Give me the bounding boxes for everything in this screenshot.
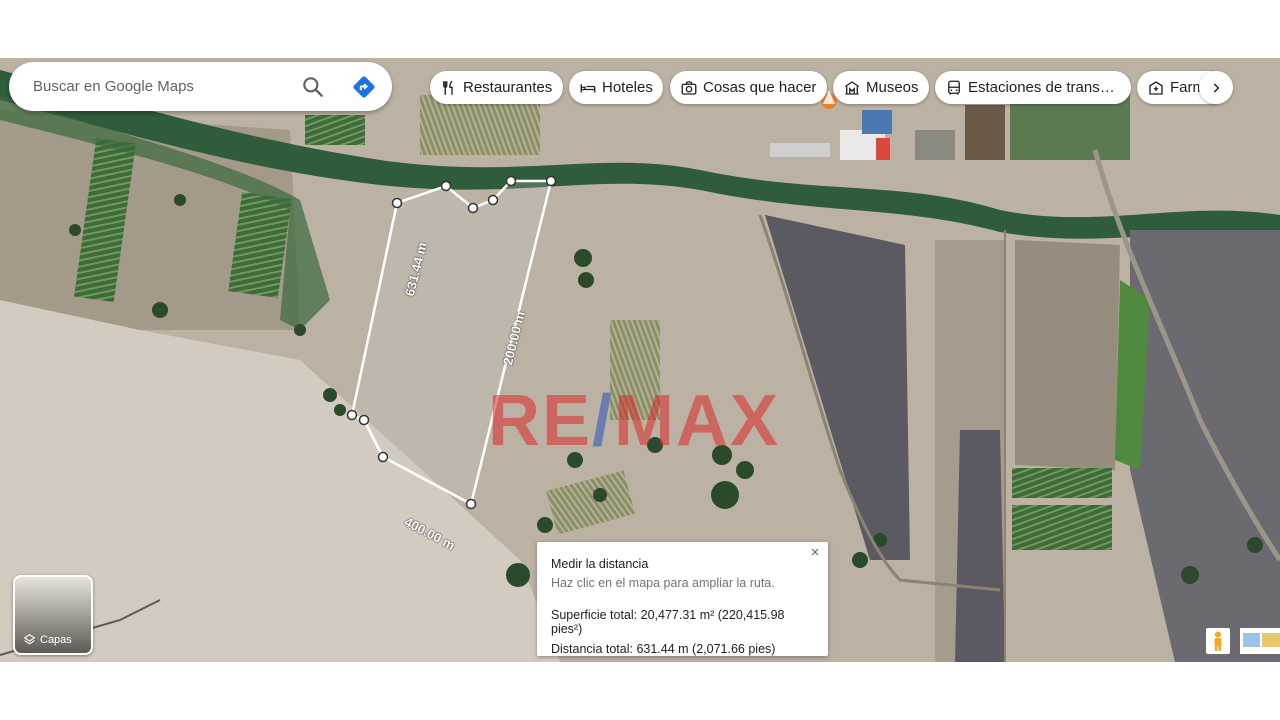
- chip-label: Estaciones de trans…: [968, 79, 1115, 96]
- watermark-text-right: MAX: [614, 381, 781, 461]
- total-distance: Distancia total: 631.44 m (2,071.66 pies…: [551, 642, 776, 656]
- bus-icon: [948, 80, 960, 95]
- pegman-icon[interactable]: [1206, 628, 1230, 654]
- fork-knife-icon: [443, 80, 453, 95]
- search-input[interactable]: [33, 78, 283, 95]
- remax-watermark: RE/MAX: [488, 380, 780, 462]
- chips-next-button[interactable]: [1199, 71, 1233, 104]
- camera-icon: [681, 80, 697, 95]
- layers-icon: [23, 633, 36, 645]
- close-icon[interactable]: ×: [806, 544, 824, 562]
- directions-icon[interactable]: [351, 74, 377, 100]
- measure-distance-card: × Medir la distancia Haz clic en el mapa…: [537, 542, 828, 656]
- total-area: Superficie total: 20,477.31 m² (220,415.…: [551, 608, 785, 636]
- chip-label: Museos: [866, 79, 919, 96]
- measure-card-title: Medir la distancia: [551, 557, 649, 571]
- watermark-text-left: RE: [488, 381, 593, 461]
- search-box[interactable]: [9, 62, 392, 111]
- search-icon[interactable]: [300, 74, 326, 100]
- chip-estaciones-de-transporte[interactable]: Estaciones de trans…: [935, 71, 1131, 104]
- museum-icon: [844, 80, 860, 95]
- chip-label: Restaurantes: [463, 79, 553, 96]
- chip-cosas-que-hacer[interactable]: Cosas que hacer: [670, 71, 827, 104]
- chip-museos[interactable]: Museos: [833, 71, 929, 104]
- chip-label: Hoteles: [602, 79, 653, 96]
- pharmacy-icon: [1149, 80, 1163, 95]
- layers-button[interactable]: Capas: [13, 575, 93, 655]
- map-imagery-thumbnail[interactable]: [1240, 628, 1280, 654]
- layers-label-text: Capas: [40, 633, 72, 646]
- chip-hoteles[interactable]: Hoteles: [569, 71, 663, 104]
- layers-label: Capas: [23, 633, 72, 646]
- bed-icon: [580, 83, 596, 92]
- chevron-right-icon: [1213, 82, 1220, 93]
- chip-label: Cosas que hacer: [703, 79, 817, 96]
- chip-restaurantes[interactable]: Restaurantes: [430, 71, 563, 104]
- measure-card-hint: Haz clic en el mapa para ampliar la ruta…: [551, 576, 775, 590]
- watermark-slash: /: [592, 381, 615, 461]
